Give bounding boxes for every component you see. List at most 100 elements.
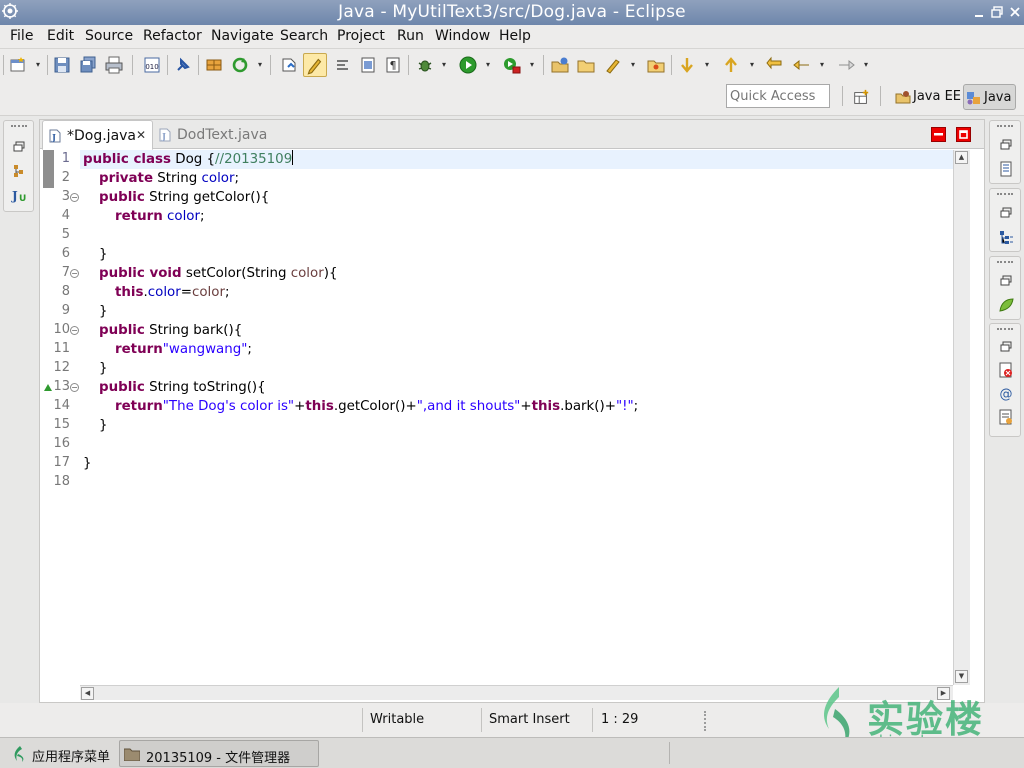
java-perspective-icon — [967, 92, 980, 105]
last-edit-location-icon[interactable] — [765, 55, 785, 75]
menu-edit[interactable]: Edit — [47, 28, 74, 44]
new-java-project-icon[interactable] — [550, 55, 570, 75]
maximize-editor-button[interactable] — [956, 127, 971, 142]
menu-run[interactable]: Run — [397, 28, 424, 44]
scroll-down-arrow-icon[interactable]: ▼ — [955, 670, 968, 683]
tab-dog-java[interactable]: J *Dog.java ✕ — [42, 120, 153, 150]
minimize-button[interactable] — [972, 5, 986, 19]
show-whitespace-icon[interactable] — [333, 55, 353, 75]
new-dropdown-arrow-icon[interactable]: ▾ — [36, 60, 40, 69]
refresh-run-icon[interactable] — [230, 55, 250, 75]
task-list-icon[interactable] — [998, 161, 1014, 177]
run-play-icon[interactable] — [458, 55, 478, 75]
code-token: public — [99, 190, 145, 205]
line-number: 16 — [53, 436, 70, 451]
restore-view-icon[interactable] — [998, 273, 1014, 289]
restore-view-icon[interactable] — [998, 205, 1014, 221]
refresh-dropdown-arrow-icon[interactable]: ▾ — [258, 60, 262, 69]
toggle-mark-occurrences-pin-icon[interactable] — [173, 55, 193, 75]
forward-dropdown-arrow-icon[interactable]: ▾ — [864, 60, 868, 69]
open-type-icon[interactable] — [646, 55, 666, 75]
binary-class-icon[interactable]: 010 — [142, 55, 162, 75]
code-comment: //20135109 — [215, 152, 293, 167]
run-dropdown-arrow-icon[interactable]: ▾ — [486, 60, 490, 69]
tab-dodtext-java[interactable]: J DodText.java — [153, 120, 273, 150]
desktop-taskbar: 应用程序菜单 20135109 - 文件管理器 — [0, 737, 1024, 768]
code-text-area[interactable]: 1 2 3 4 5 6 7 8 9 10 11 12 13 14 15 16 17 18 − − − − publ… — [40, 150, 953, 685]
menu-file[interactable]: File — [10, 28, 33, 44]
fold-toggle-icon[interactable]: − — [70, 269, 79, 278]
open-folder-icon[interactable] — [576, 55, 596, 75]
menu-window[interactable]: Window — [435, 28, 490, 44]
perspective-java[interactable]: Java — [963, 84, 1017, 110]
menu-project[interactable]: Project — [337, 28, 385, 44]
external-tools-dropdown-arrow-icon[interactable]: ▾ — [530, 60, 534, 69]
menu-navigate[interactable]: Navigate — [211, 28, 274, 44]
code-token: this — [305, 399, 334, 414]
back-arrow-icon[interactable] — [792, 55, 812, 75]
back-dropdown-arrow-icon[interactable]: ▾ — [820, 60, 824, 69]
javadoc-at-icon[interactable]: @ — [998, 385, 1014, 401]
menu-source[interactable]: Source — [85, 28, 133, 44]
paragraph-mark-icon[interactable]: ¶ — [383, 55, 403, 75]
code-line-4: return color; — [115, 207, 205, 226]
code-line-11: return"wangwang"; — [115, 340, 252, 359]
code-token: } — [83, 456, 92, 471]
declaration-icon[interactable] — [998, 409, 1014, 425]
fold-toggle-icon[interactable]: − — [70, 383, 79, 392]
next-annotation-icon[interactable] — [279, 55, 299, 75]
code-parameter: color — [290, 266, 324, 281]
highlight-toggle-button[interactable] — [303, 53, 327, 77]
open-task-icon[interactable] — [603, 55, 623, 75]
build-icon[interactable] — [204, 55, 224, 75]
junit-icon[interactable]: JU — [11, 187, 27, 203]
restore-view-icon[interactable] — [998, 137, 1014, 153]
status-separator — [481, 708, 482, 732]
menu-help[interactable]: Help — [499, 28, 531, 44]
save-all-icon[interactable] — [78, 55, 98, 75]
menu-bar: File Edit Source Refactor Navigate Searc… — [0, 25, 1024, 49]
block-selection-icon[interactable] — [358, 55, 378, 75]
problems-icon[interactable] — [998, 362, 1014, 378]
fold-toggle-icon[interactable]: − — [70, 193, 79, 202]
minimize-editor-button[interactable] — [931, 127, 946, 142]
quick-access-input[interactable] — [726, 84, 830, 108]
next-dropdown-arrow-icon[interactable]: ▾ — [705, 60, 709, 69]
restore-view-icon[interactable] — [11, 139, 27, 155]
overview-ruler[interactable] — [970, 150, 984, 685]
maximize-button[interactable] — [990, 5, 1004, 19]
fold-toggle-icon[interactable]: − — [70, 326, 79, 335]
forward-arrow-icon[interactable] — [836, 55, 856, 75]
debug-bug-icon[interactable] — [415, 55, 435, 75]
code-token: return — [115, 399, 163, 414]
previous-dropdown-arrow-icon[interactable]: ▾ — [750, 60, 754, 69]
code-token: String getColor(){ — [144, 190, 270, 205]
menu-search[interactable]: Search — [280, 28, 328, 44]
scroll-left-arrow-icon[interactable]: ◀ — [81, 687, 94, 700]
save-icon[interactable] — [52, 55, 72, 75]
code-token: return — [115, 342, 163, 357]
perspective-java-ee[interactable]: Java EE — [893, 84, 965, 110]
menu-refactor[interactable]: Refactor — [143, 28, 202, 44]
print-icon[interactable] — [104, 55, 124, 75]
scroll-up-arrow-icon[interactable]: ▲ — [955, 151, 968, 164]
new-icon[interactable] — [8, 55, 28, 75]
taskbar-window-file-manager[interactable]: 20135109 - 文件管理器 — [119, 740, 319, 767]
previous-edit-location-icon[interactable] — [721, 55, 741, 75]
status-insert-mode[interactable]: Smart Insert — [489, 712, 570, 727]
ant-leaf-icon[interactable] — [998, 297, 1014, 313]
override-indicator-icon[interactable] — [43, 383, 53, 392]
open-perspective-icon[interactable] — [852, 89, 870, 107]
close-tab-icon[interactable]: ✕ — [136, 128, 146, 142]
restore-view-icon[interactable] — [998, 339, 1014, 355]
outline-icon[interactable] — [998, 229, 1014, 245]
vertical-scrollbar[interactable]: ▲ ▼ — [953, 150, 970, 685]
package-explorer-icon[interactable] — [11, 163, 27, 179]
next-edit-location-icon[interactable] — [677, 55, 697, 75]
task-dropdown-arrow-icon[interactable]: ▾ — [631, 60, 635, 69]
run-external-tools-icon[interactable] — [502, 55, 522, 75]
close-window-button[interactable] — [1008, 5, 1022, 19]
debug-dropdown-arrow-icon[interactable]: ▾ — [442, 60, 446, 69]
application-menu-button[interactable]: 应用程序菜单 — [8, 740, 118, 767]
java-editor: J *Dog.java ✕ J DodText.java 1 2 3 4 5 6 7 8 9 10… — [39, 119, 985, 703]
